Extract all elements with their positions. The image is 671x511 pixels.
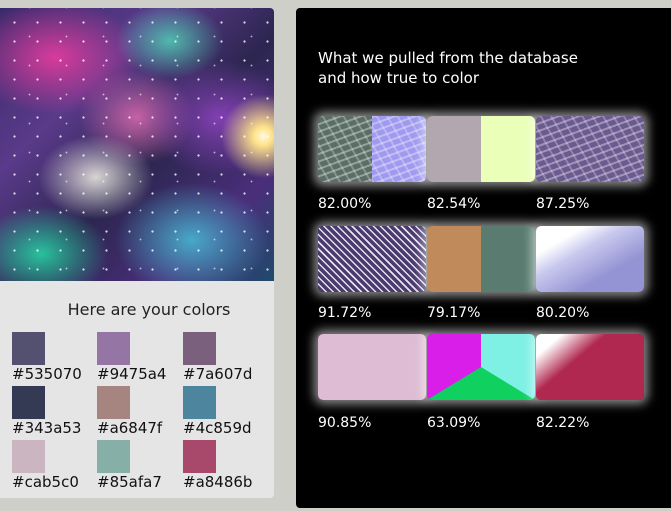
match-tile-8[interactable]	[427, 334, 535, 400]
color-swatch	[12, 440, 45, 473]
results-heading: What we pulled from the database and how…	[318, 48, 648, 88]
color-swatch	[97, 386, 130, 419]
tile-color	[318, 226, 426, 292]
swatch-item: #a8486b	[183, 440, 273, 492]
color-swatch	[183, 386, 216, 419]
match-percent: 91.72%	[318, 305, 372, 321]
database-matches-panel: What we pulled from the database and how…	[296, 8, 671, 508]
color-hex-label: #9475a4	[97, 365, 167, 383]
match-percent: 90.85%	[318, 415, 372, 431]
color-swatch	[97, 440, 130, 473]
swatch-item: #7a607d	[183, 332, 273, 384]
tile-color	[372, 116, 426, 182]
match-tile-2[interactable]	[427, 116, 535, 182]
color-swatch	[12, 386, 45, 419]
color-swatch	[183, 332, 216, 365]
tile-color	[427, 226, 481, 292]
tile-color	[318, 116, 372, 182]
colors-panel: Here are your colors #535070 #9475a4 #7a…	[0, 8, 274, 498]
match-percent: 80.20%	[536, 305, 590, 321]
heading-line: What we pulled from the database	[318, 49, 578, 67]
match-tile-7[interactable]	[318, 334, 426, 400]
match-percent: 79.17%	[427, 305, 481, 321]
color-hex-label: #7a607d	[183, 365, 253, 383]
color-hex-label: #cab5c0	[12, 473, 79, 491]
swatch-item: #535070	[12, 332, 102, 384]
match-tile-1[interactable]	[318, 116, 426, 182]
tile-color	[536, 116, 644, 182]
match-tile-4[interactable]	[318, 226, 426, 292]
swatch-item: #85afa7	[97, 440, 187, 492]
tile-three-color-graphic	[427, 334, 535, 400]
color-hex-label: #4c859d	[183, 419, 252, 437]
match-tile-5[interactable]	[427, 226, 535, 292]
color-hex-label: #343a53	[12, 419, 82, 437]
match-percent: 82.54%	[427, 196, 481, 212]
uploaded-nebula-image	[0, 8, 274, 281]
match-percent: 82.00%	[318, 196, 372, 212]
color-hex-label: #a6847f	[97, 419, 163, 437]
tile-color	[481, 116, 535, 182]
heading-line: and how true to color	[318, 69, 480, 87]
match-percent: 82.22%	[536, 415, 590, 431]
tile-gradient	[536, 334, 644, 400]
color-swatch	[97, 332, 130, 365]
swatch-item: #343a53	[12, 386, 102, 438]
tile-gradient	[536, 226, 644, 292]
swatch-item: #a6847f	[97, 386, 187, 438]
color-hex-label: #a8486b	[183, 473, 253, 491]
match-percent: 87.25%	[536, 196, 590, 212]
color-hex-label: #535070	[12, 365, 82, 383]
tile-color	[427, 116, 481, 182]
tile-color	[318, 334, 426, 400]
match-tile-6[interactable]	[536, 226, 644, 292]
swatch-item: #cab5c0	[12, 440, 102, 492]
color-hex-label: #85afa7	[97, 473, 162, 491]
tile-color	[481, 226, 535, 292]
color-swatch	[12, 332, 45, 365]
match-percent: 63.09%	[427, 415, 481, 431]
match-tile-9[interactable]	[536, 334, 644, 400]
color-swatch	[183, 440, 216, 473]
swatch-item: #4c859d	[183, 386, 273, 438]
match-tile-3[interactable]	[536, 116, 644, 182]
colors-title: Here are your colors	[67, 300, 231, 319]
swatch-item: #9475a4	[97, 332, 187, 384]
